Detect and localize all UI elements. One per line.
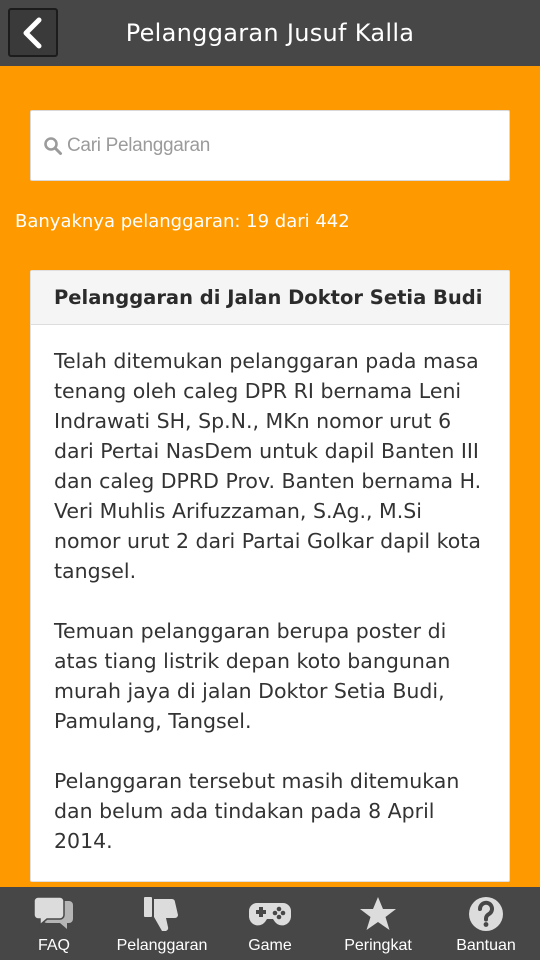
- tab-game[interactable]: Game: [216, 887, 324, 960]
- page-title: Pelanggaran Jusuf Kalla: [125, 19, 415, 47]
- tab-label: Game: [248, 937, 292, 954]
- bottom-nav: FAQ Pelanggaran Game Peringkat Bantuan: [0, 887, 540, 960]
- top-bar: Pelanggaran Jusuf Kalla: [0, 0, 540, 66]
- tab-label: Pelanggaran: [116, 937, 208, 954]
- card-body: Telah ditemukan pelanggaran pada masa te…: [31, 325, 509, 856]
- tab-faq[interactable]: FAQ: [0, 887, 108, 960]
- gamepad-icon: [249, 903, 291, 926]
- tab-label: Bantuan: [456, 937, 516, 954]
- card-title: Pelanggaran di Jalan Doktor Setia Budi: [31, 271, 509, 325]
- back-button[interactable]: [8, 8, 58, 57]
- search-box[interactable]: [30, 110, 510, 181]
- thumbs-down-icon: [144, 897, 178, 932]
- chevron-left-icon: [23, 17, 42, 48]
- search-input[interactable]: [67, 134, 487, 157]
- card-paragraph: Pelanggaran tersebut masih ditemukan dan…: [54, 769, 460, 853]
- star-icon: [360, 897, 396, 930]
- violation-card[interactable]: Pelanggaran di Jalan Doktor Setia Budi T…: [30, 270, 510, 882]
- card-paragraph: Telah ditemukan pelanggaran pada masa te…: [54, 349, 482, 583]
- question-icon: [469, 897, 503, 931]
- tab-peringkat[interactable]: Peringkat: [324, 887, 432, 960]
- tab-label: FAQ: [37, 937, 70, 954]
- tab-pelanggaran[interactable]: Pelanggaran: [108, 887, 216, 960]
- search-icon: [44, 136, 62, 155]
- tab-bantuan[interactable]: Bantuan: [432, 887, 540, 960]
- chat-bubbles-icon: [33, 896, 73, 929]
- card-paragraph: Temuan pelanggaran berupa poster di atas…: [54, 619, 451, 733]
- violation-count: Banyaknya pelanggaran: 19 dari 442: [15, 211, 350, 232]
- tab-label: Peringkat: [344, 937, 412, 954]
